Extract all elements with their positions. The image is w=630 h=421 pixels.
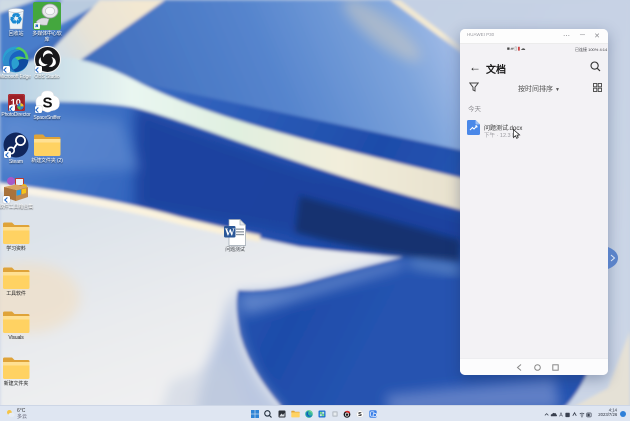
- svg-text:♻: ♻: [9, 11, 22, 28]
- svg-text:A: A: [559, 413, 563, 419]
- svg-text:S: S: [42, 95, 52, 112]
- svg-text:S: S: [358, 412, 362, 418]
- svg-text:W: W: [225, 228, 235, 239]
